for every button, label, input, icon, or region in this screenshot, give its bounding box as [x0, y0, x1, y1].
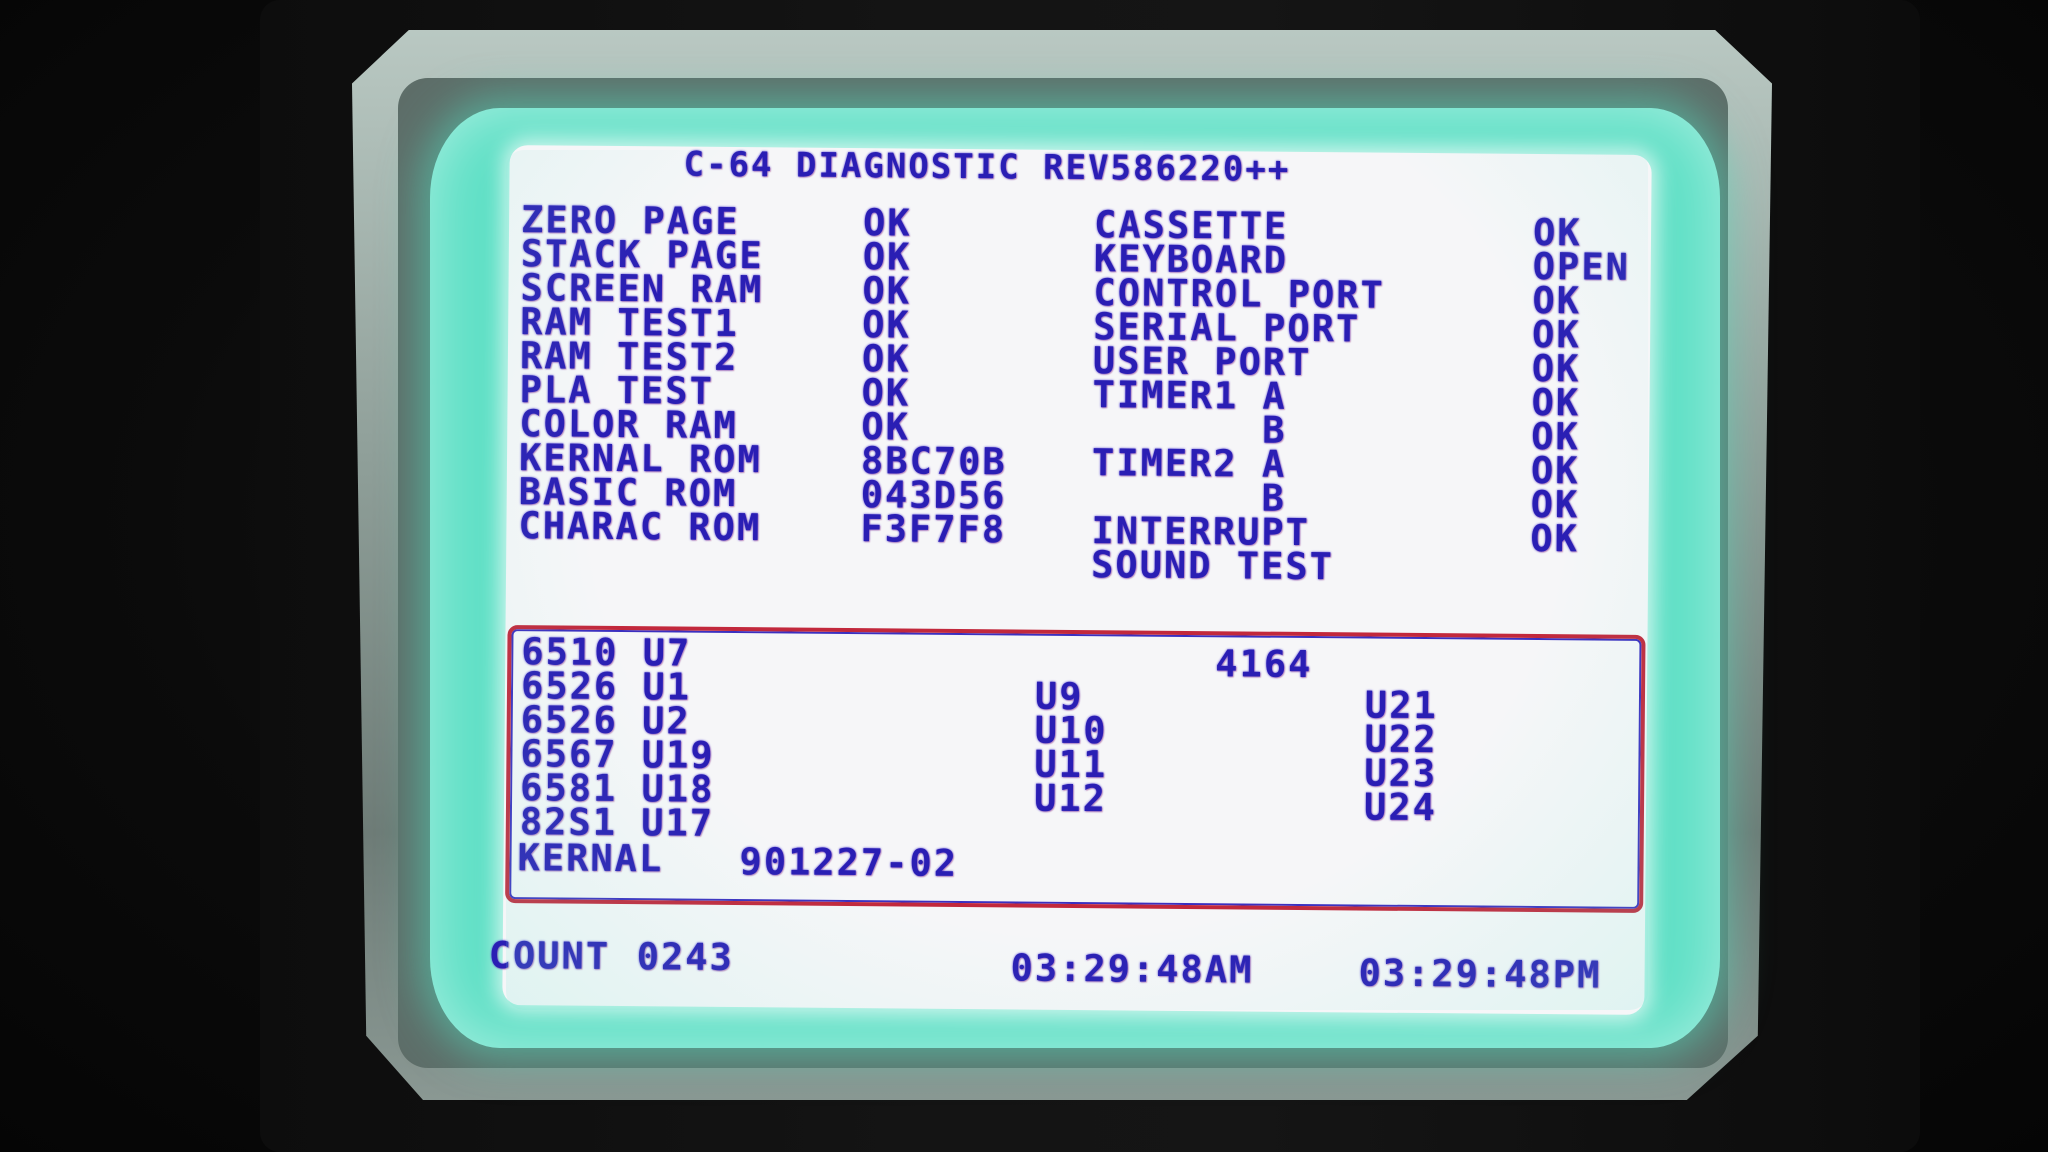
- clock-pm: 03:29:48PM: [1358, 951, 1602, 997]
- clock-am: 03:29:48AM: [1010, 946, 1254, 992]
- diagnostic-screen: C-64 DIAGNOSTIC REV586220++ ZERO PAGE OK…: [489, 144, 1652, 1015]
- kernal-label: KERNAL: [517, 836, 664, 881]
- ram-type-header: 4164: [1215, 642, 1313, 687]
- test-name: SOUND TEST: [1090, 543, 1335, 589]
- test-result: OK: [1530, 516, 1580, 561]
- kernal-version: 901227-02: [739, 840, 959, 885]
- ram-chip-label: U24: [1363, 785, 1438, 830]
- ram-chip-label: U12: [1033, 776, 1108, 821]
- diagnostic-title: C-64 DIAGNOSTIC REV586220++: [683, 144, 1291, 190]
- count-value: 0243: [636, 935, 734, 980]
- test-name: CHARAC ROM: [518, 504, 762, 550]
- count-label: COUNT: [488, 933, 611, 978]
- photo-scene: C-64 DIAGNOSTIC REV586220++ ZERO PAGE OK…: [0, 0, 2048, 1152]
- test-result: F3F7F8: [860, 507, 1007, 552]
